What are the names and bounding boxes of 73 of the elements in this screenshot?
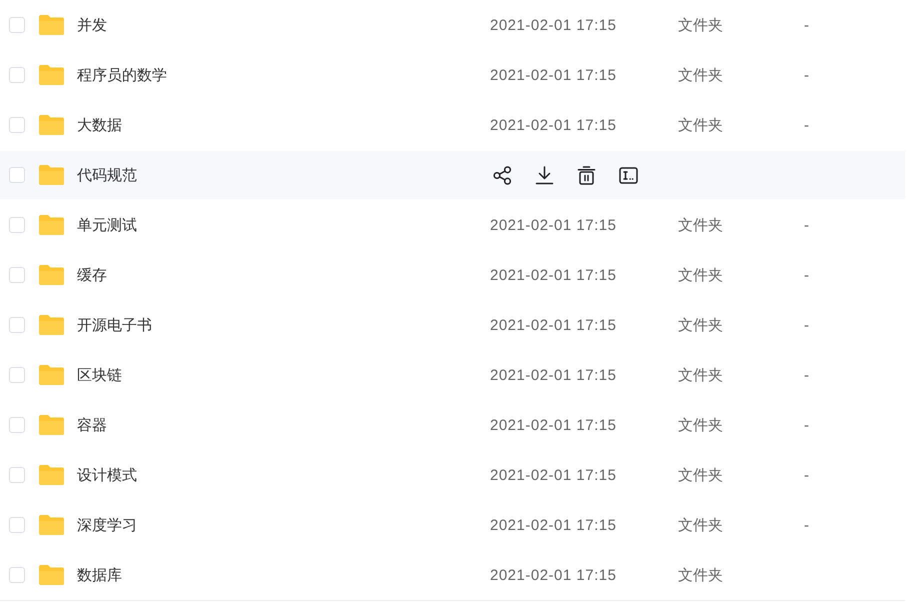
file-size: - bbox=[804, 366, 809, 384]
modified-time: 2021-02-01 17:15 bbox=[490, 466, 618, 484]
share-icon[interactable] bbox=[493, 166, 512, 184]
checkbox[interactable] bbox=[9, 317, 25, 333]
folder-icon bbox=[39, 565, 64, 585]
file-type: 文件夹 bbox=[678, 566, 724, 584]
folder-name[interactable]: 容器 bbox=[77, 416, 490, 434]
checkbox[interactable] bbox=[9, 517, 25, 533]
file-type: 文件夹 bbox=[678, 416, 724, 434]
file-size: - bbox=[804, 466, 809, 484]
modified-time: 2021-02-01 17:15 bbox=[490, 116, 618, 134]
folder-name[interactable]: 区块链 bbox=[77, 366, 490, 384]
modified-time: 2021-02-01 17:15 bbox=[490, 216, 618, 234]
file-size: - bbox=[804, 16, 809, 34]
modified-time: 2021-02-01 17:15 bbox=[490, 416, 618, 434]
folder-name[interactable]: 缓存 bbox=[77, 266, 490, 284]
highlighted-row[interactable]: 代码规范 bbox=[0, 151, 905, 199]
file-type: 文件夹 bbox=[678, 216, 724, 234]
trash-icon[interactable] bbox=[577, 166, 596, 184]
file-type: 文件夹 bbox=[678, 316, 724, 334]
checkbox[interactable] bbox=[9, 567, 25, 583]
folder-name[interactable]: 并发 bbox=[77, 16, 490, 34]
file-size: - bbox=[804, 266, 809, 284]
folder-name[interactable]: 程序员的数学 bbox=[77, 66, 490, 84]
file-size: - bbox=[804, 116, 809, 134]
folder-name[interactable]: 深度学习 bbox=[77, 516, 490, 534]
checkbox[interactable] bbox=[9, 17, 25, 33]
folder-icon bbox=[39, 515, 64, 535]
download-icon[interactable] bbox=[535, 166, 554, 184]
checkbox[interactable] bbox=[9, 467, 25, 483]
file-size: - bbox=[804, 316, 809, 334]
folder-icon bbox=[39, 365, 64, 385]
file-type: 文件夹 bbox=[678, 516, 724, 534]
modified-time: 2021-02-01 17:15 bbox=[490, 66, 618, 84]
file-type: 文件夹 bbox=[678, 366, 724, 384]
folder-icon bbox=[39, 315, 64, 335]
folder-icon bbox=[39, 165, 64, 185]
checkbox[interactable] bbox=[9, 67, 25, 83]
checkbox[interactable] bbox=[9, 267, 25, 283]
folder-name[interactable]: 大数据 bbox=[77, 116, 490, 134]
folder-name[interactable]: 数据库 bbox=[77, 566, 490, 584]
file-type: 文件夹 bbox=[678, 266, 724, 284]
file-size: - bbox=[804, 516, 809, 534]
folder-icon bbox=[39, 65, 64, 85]
file-type: 文件夹 bbox=[678, 66, 724, 84]
modified-time: 2021-02-01 17:15 bbox=[490, 16, 618, 34]
folder-name[interactable]: 单元测试 bbox=[77, 216, 490, 234]
folder-icon bbox=[39, 15, 64, 35]
file-size: - bbox=[804, 216, 809, 234]
folder-icon bbox=[39, 265, 64, 285]
file-type: 文件夹 bbox=[678, 466, 724, 484]
modified-time: 2021-02-01 17:15 bbox=[490, 566, 618, 584]
file-type: 文件夹 bbox=[678, 16, 724, 34]
folder-name[interactable]: 代码规范 bbox=[77, 166, 490, 184]
checkbox[interactable] bbox=[9, 417, 25, 433]
checkbox[interactable] bbox=[9, 217, 25, 233]
folder-icon bbox=[39, 215, 64, 235]
folder-icon bbox=[39, 415, 64, 435]
checkbox[interactable] bbox=[9, 117, 25, 133]
file-type: 文件夹 bbox=[678, 116, 724, 134]
file-size: - bbox=[804, 416, 809, 434]
checkbox[interactable] bbox=[9, 367, 25, 383]
modified-time: 2021-02-01 17:15 bbox=[490, 266, 618, 284]
text-box-icon[interactable] bbox=[619, 166, 638, 184]
modified-time: 2021-02-01 17:15 bbox=[490, 366, 618, 384]
folder-icon bbox=[39, 115, 64, 135]
checkbox[interactable] bbox=[9, 167, 25, 183]
folder-name[interactable]: 开源电子书 bbox=[77, 316, 490, 334]
modified-time: 2021-02-01 17:15 bbox=[490, 316, 618, 334]
folder-icon bbox=[39, 465, 64, 485]
folder-name[interactable]: 设计模式 bbox=[77, 466, 490, 484]
file-size: - bbox=[804, 66, 809, 84]
modified-time: 2021-02-01 17:15 bbox=[490, 516, 618, 534]
